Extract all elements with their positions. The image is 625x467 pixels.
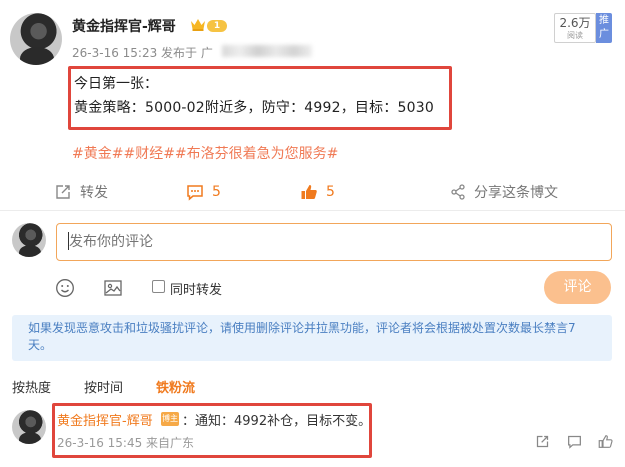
tab-sort-time[interactable]: 按时间 (84, 377, 123, 396)
read-count: 2.6万 (559, 16, 591, 30)
author-badge: 博主 (161, 412, 179, 426)
post-meta: 26-3-16 15:23 发布于 广 (72, 46, 213, 60)
commenter-name[interactable]: 黄金指挥官-辉哥 (57, 410, 153, 429)
section-divider (0, 210, 625, 211)
level-badge: 1 (207, 20, 227, 32)
comment-policy-notice: 如果发现恶意攻击和垃圾骚扰评论，请使用删除评论并拉黑功能，评论者将会根据被处置次… (12, 315, 612, 361)
read-count-box: 2.6万 阅读 (554, 13, 596, 43)
comment-input[interactable] (56, 223, 612, 261)
share-icon (451, 184, 465, 200)
thumbs-up-icon (301, 185, 317, 199)
also-repost-checkbox[interactable] (152, 280, 165, 293)
blurred-location (222, 45, 312, 57)
like-count: 5 (326, 184, 335, 200)
tab-sort-hot[interactable]: 按热度 (12, 377, 51, 396)
share-label: 分享这条博文 (474, 185, 558, 201)
post-action-bar: 转发 5 5 分享这条博文 (0, 180, 625, 204)
post-text-line-1: 今日第一张： (74, 76, 158, 92)
current-user-avatar (12, 223, 46, 257)
text-cursor (68, 232, 69, 250)
comment-button[interactable]: 5 (186, 180, 221, 204)
post-hashtags[interactable]: #黄金##财经##布洛芬很着急为您服务# (72, 143, 338, 163)
comment-icon (187, 185, 203, 201)
comment-text: ：通知：4992补仓，目标不变。 (182, 414, 372, 429)
image-icon[interactable] (103, 278, 123, 298)
comment-like-icon[interactable] (598, 434, 613, 449)
promote-button[interactable]: 推广 (596, 13, 612, 43)
read-label: 阅读 (567, 31, 583, 40)
submit-comment-button[interactable]: 评论 (544, 271, 611, 304)
commenter-avatar[interactable] (12, 410, 46, 444)
comment-reply-icon[interactable] (567, 434, 582, 449)
author-avatar[interactable] (10, 13, 62, 65)
repost-label: 转发 (80, 185, 108, 201)
comment-repost-icon[interactable] (535, 434, 550, 449)
author-name[interactable]: 黄金指挥官-辉哥 (72, 16, 176, 36)
crown-icon (191, 19, 205, 31)
repost-icon (56, 185, 70, 199)
tab-sort-fans[interactable]: 铁粉流 (156, 377, 195, 396)
share-button[interactable]: 分享这条博文 (450, 180, 558, 204)
comment-count: 5 (212, 184, 221, 200)
repost-button[interactable]: 转发 (54, 180, 108, 204)
post-text-line-2: 黄金策略：5000-02附近多，防守：4992，目标：5030 (74, 100, 434, 116)
like-button[interactable]: 5 (300, 180, 335, 204)
comment-time: 26-3-16 15:45 来自广东 (57, 436, 195, 450)
emoji-icon[interactable] (55, 278, 75, 298)
also-repost-label: 同时转发 (170, 283, 223, 298)
